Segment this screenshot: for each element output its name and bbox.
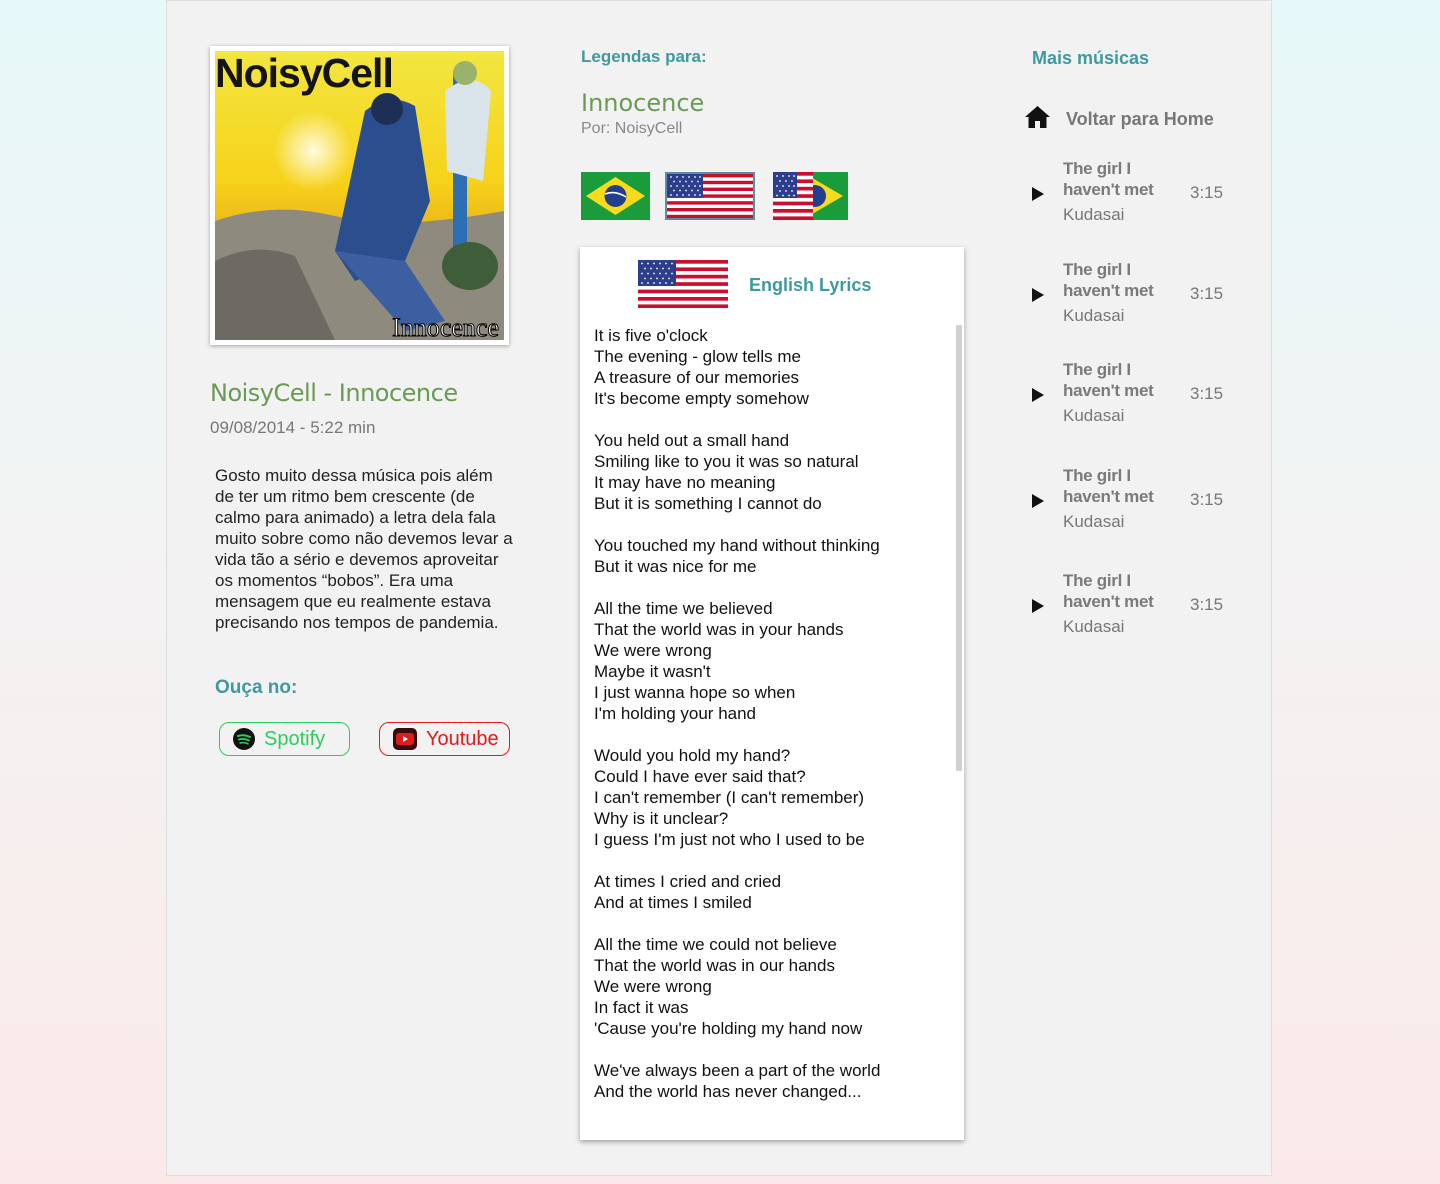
album-cover: NoisyCell Innocence [210,46,509,345]
usa-flag-button[interactable] [665,172,755,220]
track-title: The girl I haven't met [1063,571,1154,611]
page-container: NoisyCell Innocence NoisyCell - Innocenc… [166,0,1272,1176]
track-title: The girl I haven't met [1063,260,1154,300]
play-icon[interactable] [1031,493,1045,514]
usa-flag-icon [667,174,753,218]
listen-label: Ouça no: [215,677,298,698]
track-item[interactable]: The girl I haven't met Kudasai 3:15 [1029,570,1229,640]
song-title: NoisyCell - Innocence [210,379,458,407]
track-duration: 3:15 [1190,284,1224,303]
song-meta: 09/08/2014 - 5:22 min [210,418,376,437]
track-item[interactable]: The girl I haven't met Kudasai 3:15 [1029,158,1229,228]
lyrics-text: It is five o'clock The evening - glow te… [594,326,881,1101]
home-icon [1024,105,1051,134]
song-description: Gosto muito dessa música pois além de te… [215,466,513,632]
track-artist: Kudasai [1063,306,1125,325]
track-duration: 3:15 [1190,490,1224,509]
subtitles-artist: Por: NoisyCell [581,120,683,137]
spotify-label: Spotify [264,727,326,750]
play-icon[interactable] [1031,598,1045,619]
track-title: The girl I haven't met [1063,159,1154,199]
youtube-label: Youtube [426,727,499,750]
track-duration: 3:15 [1190,595,1224,614]
cover-caption-text: Innocence [392,313,500,343]
play-icon[interactable] [1031,186,1045,207]
youtube-button[interactable]: Youtube [379,722,510,756]
brazil-flag-icon [581,172,650,220]
brazil-flag-button[interactable] [581,172,650,220]
subtitles-label: Legendas para: [581,47,707,66]
usa-brazil-flag-icon [773,172,848,220]
lyrics-language-label: English Lyrics [749,275,872,295]
play-icon[interactable] [1031,387,1045,408]
lyrics-card: English Lyrics It is five o'clock The ev… [580,247,964,1140]
usa-flag-icon [638,260,728,313]
track-item[interactable]: The girl I haven't met Kudasai 3:15 [1029,359,1229,429]
track-duration: 3:15 [1190,183,1224,202]
track-title: The girl I haven't met [1063,466,1154,506]
play-icon[interactable] [1031,287,1045,308]
track-duration: 3:15 [1190,384,1224,403]
track-artist: Kudasai [1063,512,1125,531]
home-link[interactable]: Voltar para Home [1024,105,1214,134]
spotify-button[interactable]: Spotify [219,722,350,756]
track-artist: Kudasai [1063,406,1125,425]
track-title: The girl I haven't met [1063,360,1154,400]
cover-brand-text: NoisyCell [215,50,394,96]
home-link-label: Voltar para Home [1066,109,1214,129]
more-songs-label: Mais músicas [1032,48,1150,68]
spotify-icon [233,728,255,750]
track-item[interactable]: The girl I haven't met Kudasai 3:15 [1029,259,1229,329]
youtube-icon [393,728,417,750]
track-artist: Kudasai [1063,617,1125,636]
track-artist: Kudasai [1063,205,1125,224]
subtitles-song-title: Innocence [581,89,705,117]
usa-brazil-flag-button[interactable] [773,172,848,220]
lyrics-scrollbar[interactable] [956,325,962,771]
track-item[interactable]: The girl I haven't met Kudasai 3:15 [1029,465,1229,535]
